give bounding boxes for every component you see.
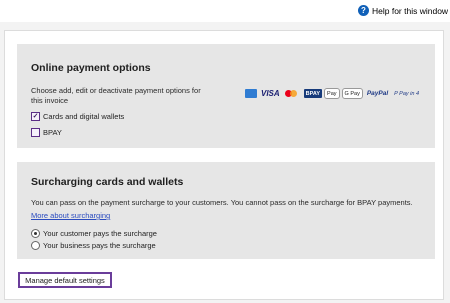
surcharging-description: You can pass on the payment surcharge to… (31, 198, 413, 207)
paypal-icon: PayPal (366, 90, 389, 97)
help-label: Help for this window (372, 5, 449, 16)
business-pays-label: Your business pays the surcharge (43, 241, 156, 250)
top-bar: ? Help for this window (0, 0, 450, 22)
help-icon: ? (358, 5, 369, 16)
bpay-checkbox[interactable]: BPAY (31, 128, 62, 137)
visa-icon: VISA (261, 89, 280, 98)
checkbox-unchecked-icon (31, 128, 40, 137)
customer-pays-label: Your customer pays the surcharge (43, 229, 157, 238)
help-link[interactable]: ? Help for this window (358, 5, 448, 16)
surcharging-section: Surcharging cards and wallets You can pa… (17, 162, 435, 259)
mastercard-icon (284, 89, 302, 98)
bpay-label: BPAY (43, 128, 62, 137)
google-pay-icon: G Pay (341, 88, 363, 99)
more-about-surcharging-link[interactable]: More about surcharging (31, 211, 110, 220)
payment-logos: VISA BPAY Pay G Pay PayPal P Pay in 4 (245, 88, 421, 99)
radio-unselected-icon (31, 241, 40, 250)
checkbox-checked-icon: ✓ (31, 112, 40, 121)
apple-pay-icon: Pay (324, 88, 340, 99)
cards-wallets-checkbox[interactable]: ✓ Cards and digital wallets (31, 112, 124, 121)
surcharging-title: Surcharging cards and wallets (31, 176, 184, 188)
customer-pays-radio[interactable]: Your customer pays the surcharge (31, 229, 157, 238)
online-payment-section: Online payment options Choose add, edit … (17, 44, 435, 148)
radio-selected-icon (31, 229, 40, 238)
online-payment-title: Online payment options (31, 62, 151, 74)
online-payment-description: Choose add, edit or deactivate payment o… (31, 86, 201, 105)
pay-in-4-icon: P Pay in 4 (394, 90, 420, 97)
amex-icon (245, 89, 257, 98)
business-pays-radio[interactable]: Your business pays the surcharge (31, 241, 156, 250)
manage-default-settings-button[interactable]: Manage default settings (18, 272, 112, 288)
cards-wallets-label: Cards and digital wallets (43, 112, 125, 121)
bpay-icon: BPAY (303, 89, 323, 98)
